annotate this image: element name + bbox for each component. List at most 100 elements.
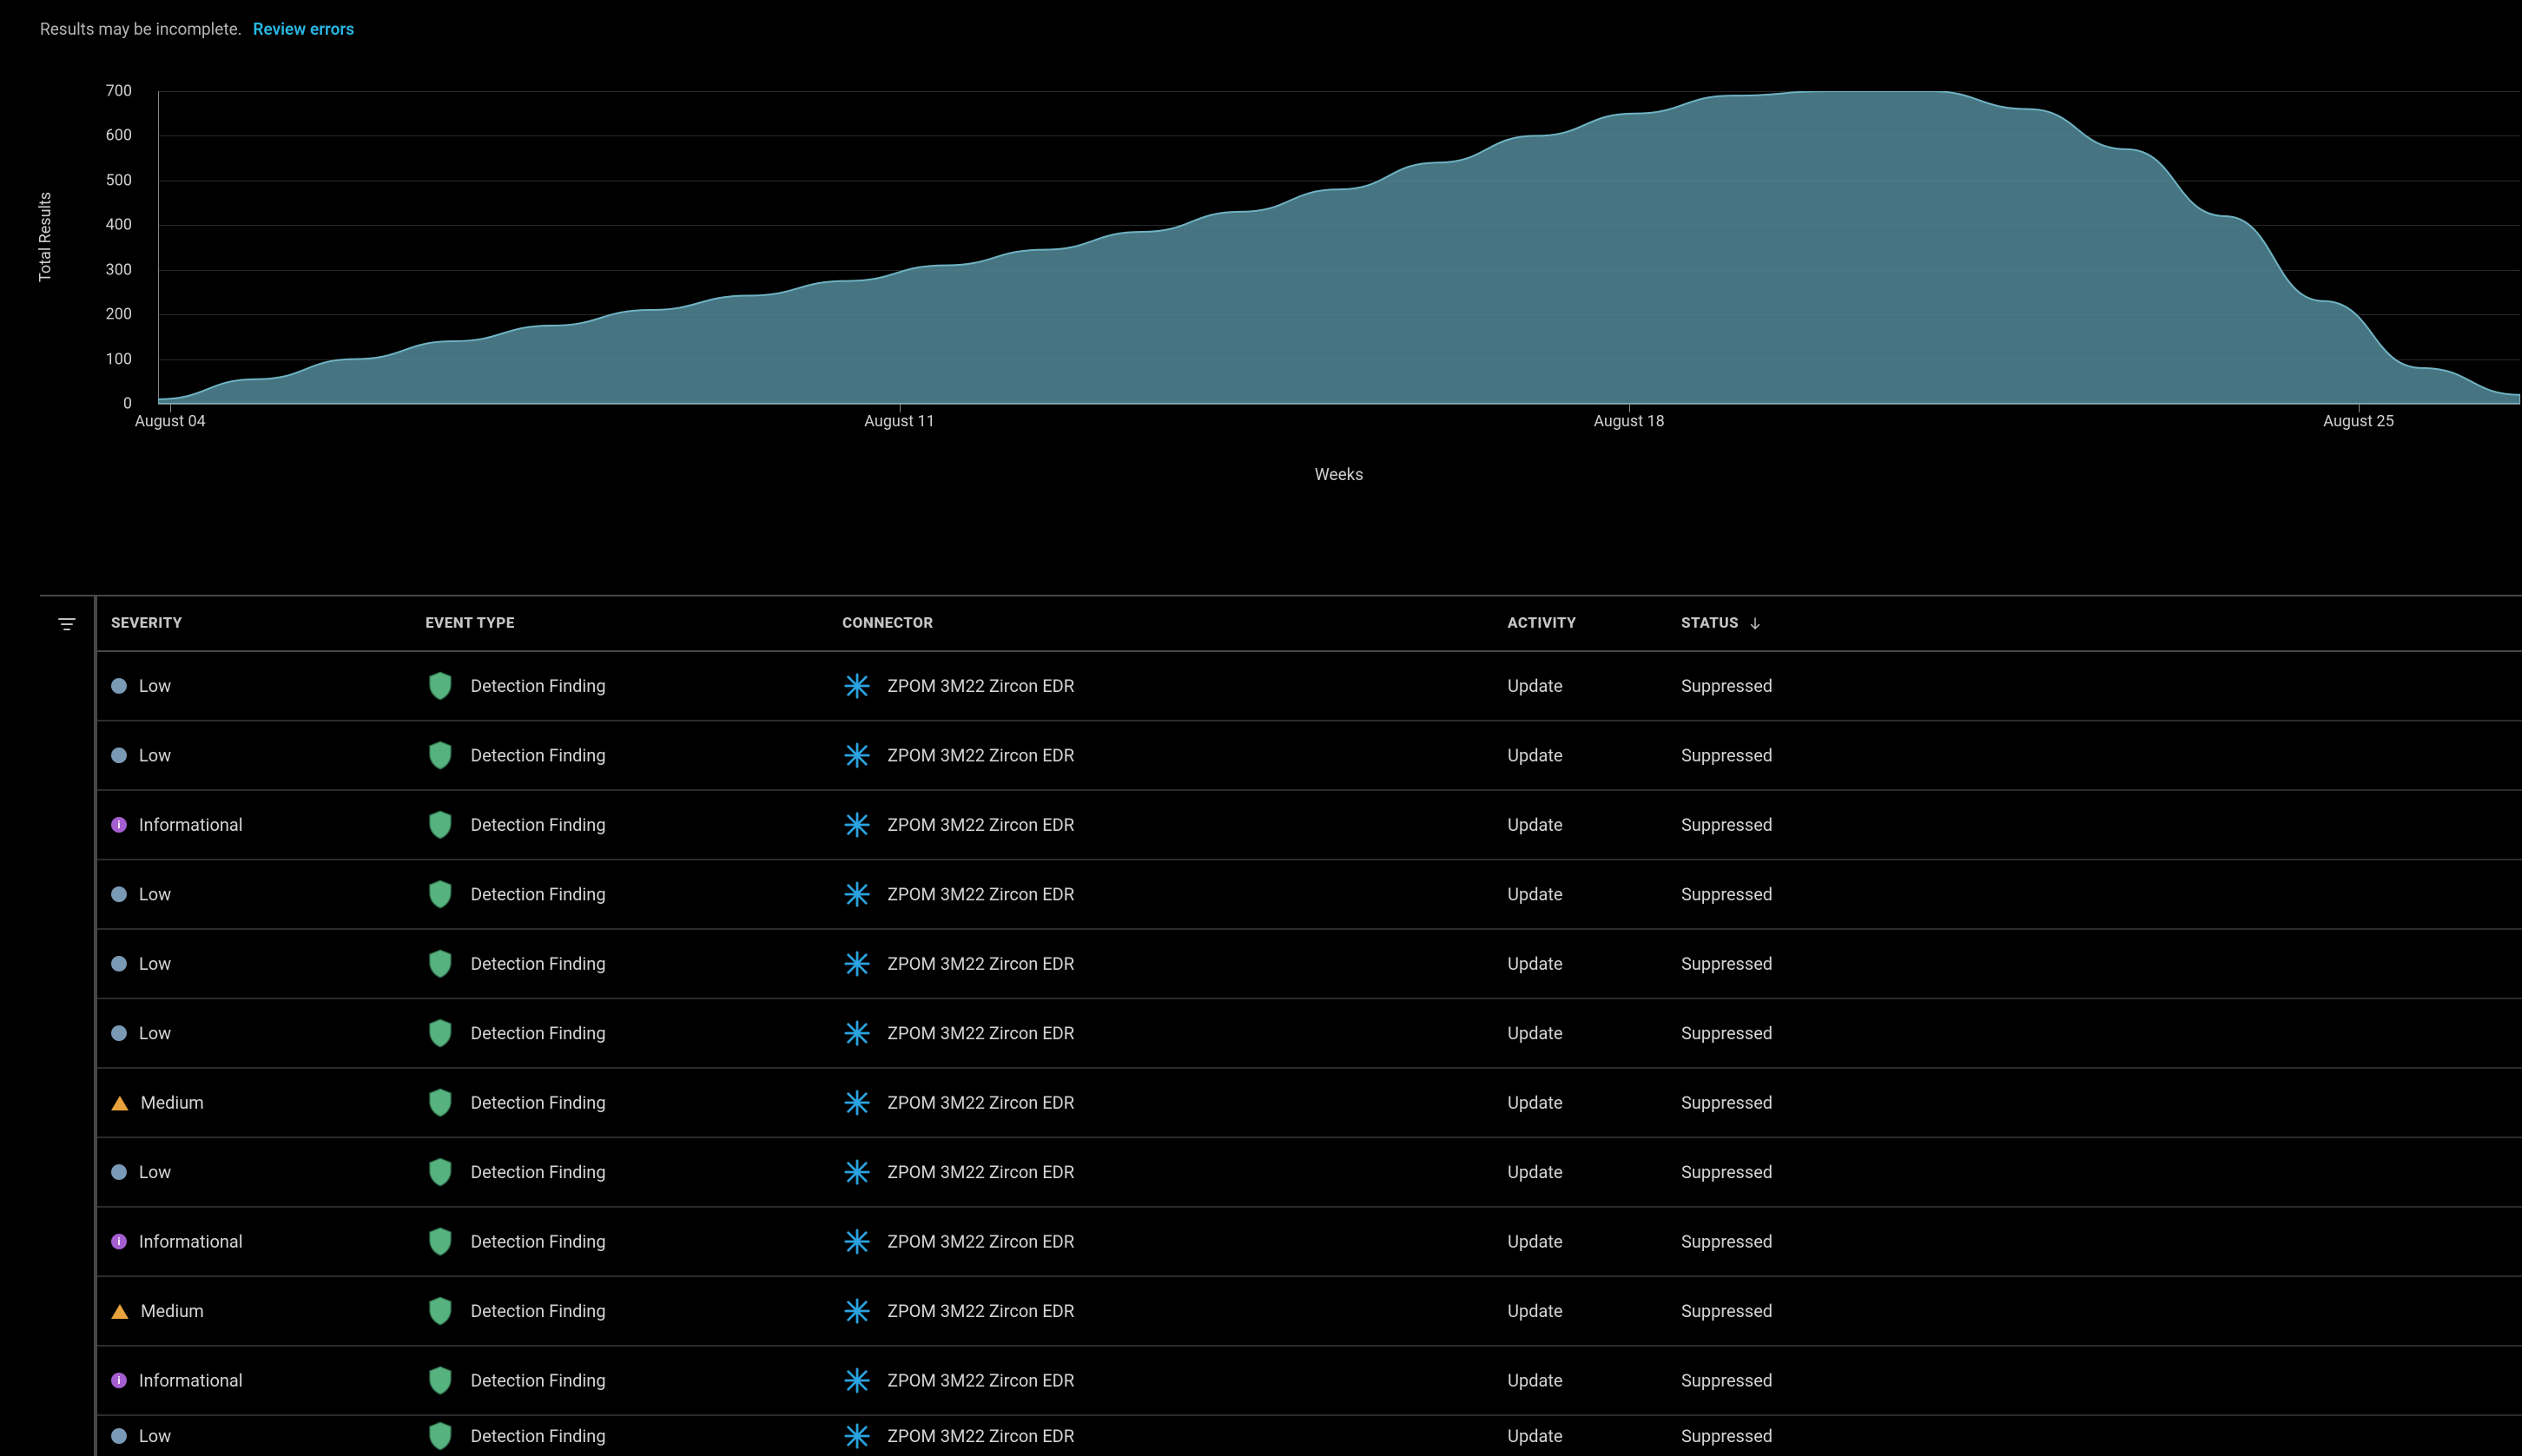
x-tick-mark <box>900 404 901 412</box>
connector-label: ZPOM 3M22 Zircon EDR <box>888 953 1074 974</box>
table-row[interactable]: Low Detection Finding ZPOM 3M22 Zircon E… <box>97 860 2522 930</box>
activity-label: Update <box>1508 1231 1563 1252</box>
severity-low-icon <box>111 748 127 763</box>
column-header-status[interactable]: STATUS <box>1667 615 1841 632</box>
snowflake-icon <box>844 1090 870 1116</box>
connector-label: ZPOM 3M22 Zircon EDR <box>888 1092 1074 1113</box>
status-label: Suppressed <box>1681 675 1773 696</box>
activity-label: Update <box>1508 1023 1563 1044</box>
x-tick-label: August 11 <box>864 412 934 431</box>
activity-label: Update <box>1508 884 1563 905</box>
shield-icon <box>427 1366 453 1395</box>
snowflake-icon <box>844 951 870 977</box>
table-header-row: SEVERITY EVENT TYPE CONNECTOR ACTIVITY S… <box>97 596 2522 652</box>
table-row[interactable]: Low Detection Finding ZPOM 3M22 Zircon E… <box>97 1416 2522 1456</box>
table-row[interactable]: Low Detection Finding ZPOM 3M22 Zircon E… <box>97 999 2522 1069</box>
column-header-connector[interactable]: CONNECTOR <box>829 615 1494 632</box>
event-type-label: Detection Finding <box>471 1301 606 1321</box>
table-row[interactable]: Low Detection Finding ZPOM 3M22 Zircon E… <box>97 1138 2522 1208</box>
activity-label: Update <box>1508 675 1563 696</box>
table-row[interactable]: Low Detection Finding ZPOM 3M22 Zircon E… <box>97 652 2522 721</box>
x-tick-label: August 18 <box>1594 412 1664 431</box>
x-tick-mark <box>1629 404 1630 412</box>
y-tick-label: 200 <box>106 306 132 324</box>
connector-label: ZPOM 3M22 Zircon EDR <box>888 1301 1074 1321</box>
severity-label: Medium <box>141 1301 204 1321</box>
activity-label: Update <box>1508 953 1563 974</box>
status-label: Suppressed <box>1681 745 1773 766</box>
event-type-label: Detection Finding <box>471 1162 606 1183</box>
activity-label: Update <box>1508 1301 1563 1321</box>
filter-button[interactable] <box>40 596 94 652</box>
severity-informational-icon: i <box>111 1373 127 1388</box>
column-header-event-type[interactable]: EVENT TYPE <box>412 615 829 632</box>
severity-medium-icon <box>111 1096 129 1110</box>
connector-label: ZPOM 3M22 Zircon EDR <box>888 1231 1074 1252</box>
status-label: Suppressed <box>1681 814 1773 835</box>
review-errors-link[interactable]: Review errors <box>253 19 354 39</box>
y-tick-label: 100 <box>106 350 132 368</box>
y-tick-label: 0 <box>123 395 132 413</box>
event-type-label: Detection Finding <box>471 1231 606 1252</box>
shield-icon <box>427 1088 453 1117</box>
activity-label: Update <box>1508 1370 1563 1391</box>
table-row[interactable]: i Informational Detection Finding ZPOM 3… <box>97 1208 2522 1277</box>
table-row[interactable]: Low Detection Finding ZPOM 3M22 Zircon E… <box>97 721 2522 791</box>
snowflake-icon <box>844 673 870 699</box>
status-label: Suppressed <box>1681 1023 1773 1044</box>
severity-label: Low <box>139 953 171 974</box>
shield-icon <box>427 880 453 909</box>
shield-icon <box>427 810 453 840</box>
table-row[interactable]: Medium Detection Finding ZPOM 3M22 Zirco… <box>97 1069 2522 1138</box>
snowflake-icon <box>844 742 870 768</box>
severity-label: Informational <box>139 1370 243 1391</box>
severity-low-icon <box>111 678 127 694</box>
chart-plot-area[interactable] <box>158 91 2520 404</box>
severity-label: Low <box>139 745 171 766</box>
column-header-activity[interactable]: ACTIVITY <box>1494 615 1667 632</box>
x-axis-label: Weeks <box>158 464 2520 484</box>
event-type-label: Detection Finding <box>471 1092 606 1113</box>
severity-low-icon <box>111 886 127 902</box>
activity-label: Update <box>1508 1162 1563 1183</box>
severity-low-icon <box>111 956 127 972</box>
table-row[interactable]: Low Detection Finding ZPOM 3M22 Zircon E… <box>97 930 2522 999</box>
y-axis-label: Total Results <box>36 192 55 282</box>
severity-label: Low <box>139 884 171 905</box>
x-tick-label: August 04 <box>135 412 205 431</box>
status-label: Suppressed <box>1681 1162 1773 1183</box>
x-axis-line <box>158 404 2520 405</box>
y-tick-label: 400 <box>106 216 132 234</box>
sort-descending-icon <box>1747 616 1763 631</box>
shield-icon <box>427 1421 453 1451</box>
severity-low-icon <box>111 1164 127 1180</box>
event-type-label: Detection Finding <box>471 1023 606 1044</box>
severity-label: Low <box>139 1162 171 1183</box>
severity-medium-icon <box>111 1304 129 1319</box>
table-row[interactable]: i Informational Detection Finding ZPOM 3… <box>97 791 2522 860</box>
connector-label: ZPOM 3M22 Zircon EDR <box>888 884 1074 905</box>
connector-label: ZPOM 3M22 Zircon EDR <box>888 1162 1074 1183</box>
shield-icon <box>427 949 453 978</box>
filter-icon <box>56 614 77 635</box>
connector-label: ZPOM 3M22 Zircon EDR <box>888 675 1074 696</box>
event-type-label: Detection Finding <box>471 675 606 696</box>
severity-label: Low <box>139 1023 171 1044</box>
column-header-severity[interactable]: SEVERITY <box>97 615 412 632</box>
x-tick-label: August 25 <box>2323 412 2393 431</box>
connector-label: ZPOM 3M22 Zircon EDR <box>888 1426 1074 1446</box>
shield-icon <box>427 1296 453 1326</box>
connector-label: ZPOM 3M22 Zircon EDR <box>888 1023 1074 1044</box>
table-row[interactable]: i Informational Detection Finding ZPOM 3… <box>97 1347 2522 1416</box>
snowflake-icon <box>844 1159 870 1185</box>
severity-informational-icon: i <box>111 817 127 833</box>
event-type-label: Detection Finding <box>471 745 606 766</box>
severity-label: Low <box>139 1426 171 1446</box>
status-label: Suppressed <box>1681 884 1773 905</box>
results-chart: Total Results 0100200300400500600700 Aug… <box>36 91 2522 525</box>
table-row[interactable]: Medium Detection Finding ZPOM 3M22 Zirco… <box>97 1277 2522 1347</box>
event-type-label: Detection Finding <box>471 1370 606 1391</box>
severity-informational-icon: i <box>111 1234 127 1249</box>
connector-label: ZPOM 3M22 Zircon EDR <box>888 814 1074 835</box>
y-tick-label: 300 <box>106 260 132 279</box>
